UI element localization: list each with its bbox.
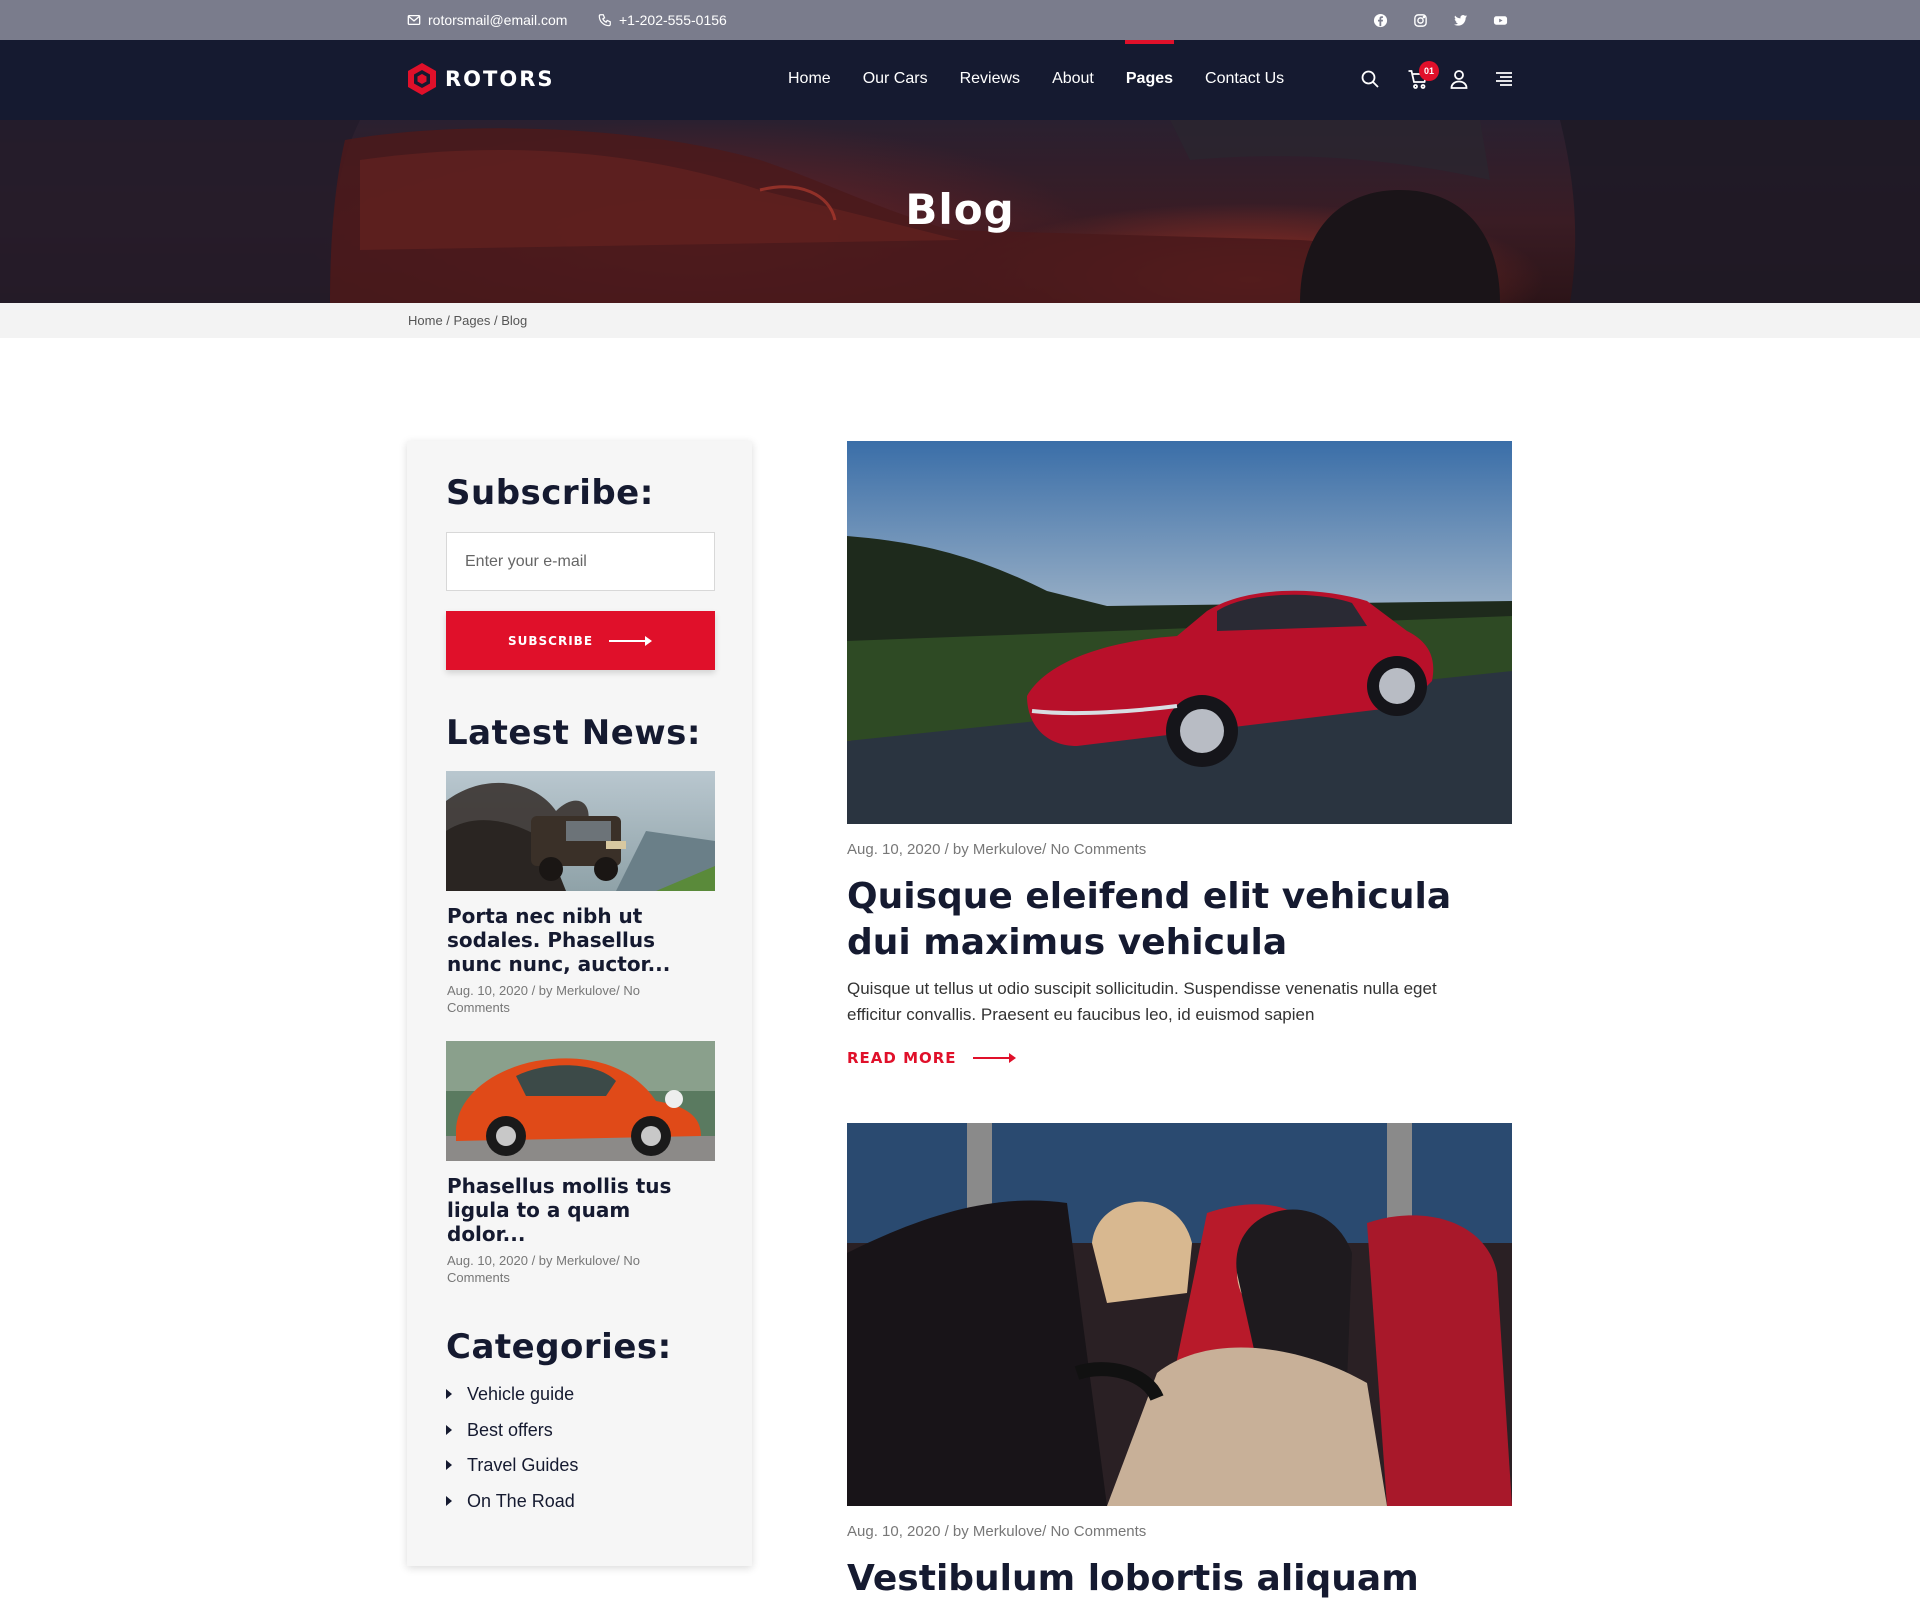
post-title-1[interactable]: Quisque eleifend elit vehicula dui maxim… [847, 874, 1487, 966]
logo[interactable]: ROTORS [407, 62, 555, 96]
subscribe-button[interactable]: SUBSCRIBE [446, 611, 715, 670]
nav-link-home[interactable]: Home [788, 70, 831, 88]
email-text: rotorsmail@email.com [428, 12, 568, 28]
cart-count-badge: 01 [1419, 61, 1439, 81]
latest-news-heading: Latest News: [446, 713, 702, 753]
post-excerpt-1: Quisque ut tellus ut odio suscipit solli… [847, 979, 1437, 1024]
post-meta-1: Aug. 10, 2020 / by Merkulove/ No Comment… [847, 841, 1147, 858]
instagram-icon[interactable] [1412, 12, 1428, 28]
category-item[interactable]: Travel Guides [446, 1455, 578, 1491]
read-more-label: READ MORE [847, 1049, 957, 1067]
logo-icon [408, 63, 436, 95]
email-link[interactable]: rotorsmail@email.com [407, 12, 567, 28]
news-meta-1: Aug. 10, 2020 / by Merkulove/ No Comment… [447, 983, 640, 1015]
read-more-link[interactable]: READ MORE [847, 1049, 1017, 1067]
nav-link-reviews[interactable]: Reviews [960, 70, 1020, 88]
categories-list: Vehicle guide Best offers Travel Guides … [446, 1384, 578, 1526]
sidebar: Subscribe: SUBSCRIBE Latest News: Porta … [407, 441, 752, 1566]
main-nav: ROTORS Home Our Cars Reviews About Pages… [0, 40, 1920, 120]
menu-icon[interactable] [1493, 68, 1515, 90]
search-icon[interactable] [1359, 68, 1381, 90]
hero-banner: Blog [0, 120, 1920, 303]
page-title: Blog [905, 185, 1015, 234]
post-meta-2: Aug. 10, 2020 / by Merkulove/ No Comment… [847, 1523, 1147, 1540]
top-bar: rotorsmail@email.com +1-202-555-0156 [0, 0, 1920, 40]
news-meta-2: Aug. 10, 2020 / by Merkulove/ No Comment… [447, 1253, 640, 1285]
twitter-icon[interactable] [1452, 12, 1468, 28]
post-image-2[interactable] [847, 1123, 1512, 1506]
mail-icon [407, 14, 421, 26]
category-item[interactable]: On The Road [446, 1491, 578, 1527]
email-input[interactable] [446, 532, 715, 591]
nav-link-contact-us[interactable]: Contact Us [1205, 70, 1284, 88]
nav-link-about[interactable]: About [1052, 70, 1094, 88]
arrow-right-icon [609, 635, 653, 646]
news-title-2[interactable]: Phasellus mollis tus ligula to a quam do… [447, 1174, 707, 1246]
phone-text: +1-202-555-0156 [619, 12, 727, 28]
subscribe-button-label: SUBSCRIBE [507, 633, 594, 648]
breadcrumb-bar: Home / Pages / Blog [0, 303, 1920, 338]
post-image-1[interactable] [847, 441, 1512, 824]
breadcrumb: Home / Pages / Blog [408, 313, 528, 328]
post-title-2[interactable]: Vestibulum lobortis aliquam nisl [847, 1556, 1487, 1600]
category-item[interactable]: Vehicle guide [446, 1384, 578, 1420]
nav-links: Home Our Cars Reviews About Pages Contac… [788, 40, 1284, 88]
subscribe-heading: Subscribe: [446, 473, 654, 513]
phone-icon [598, 14, 611, 27]
news-thumbnail-2[interactable] [446, 1041, 715, 1161]
news-thumbnail-1[interactable] [446, 771, 715, 891]
phone-link[interactable]: +1-202-555-0156 [598, 12, 727, 28]
youtube-icon[interactable] [1492, 12, 1508, 28]
user-icon[interactable] [1448, 68, 1470, 90]
news-title-1[interactable]: Porta nec nibh ut sodales. Phasellus nun… [447, 904, 707, 976]
facebook-icon[interactable] [1372, 12, 1388, 28]
arrow-right-icon [972, 1053, 1016, 1063]
nav-link-pages[interactable]: Pages [1124, 40, 1175, 88]
nav-link-our-cars[interactable]: Our Cars [863, 70, 928, 88]
logo-text: ROTORS [445, 67, 555, 91]
category-item[interactable]: Best offers [446, 1420, 578, 1456]
categories-heading: Categories: [446, 1327, 672, 1367]
